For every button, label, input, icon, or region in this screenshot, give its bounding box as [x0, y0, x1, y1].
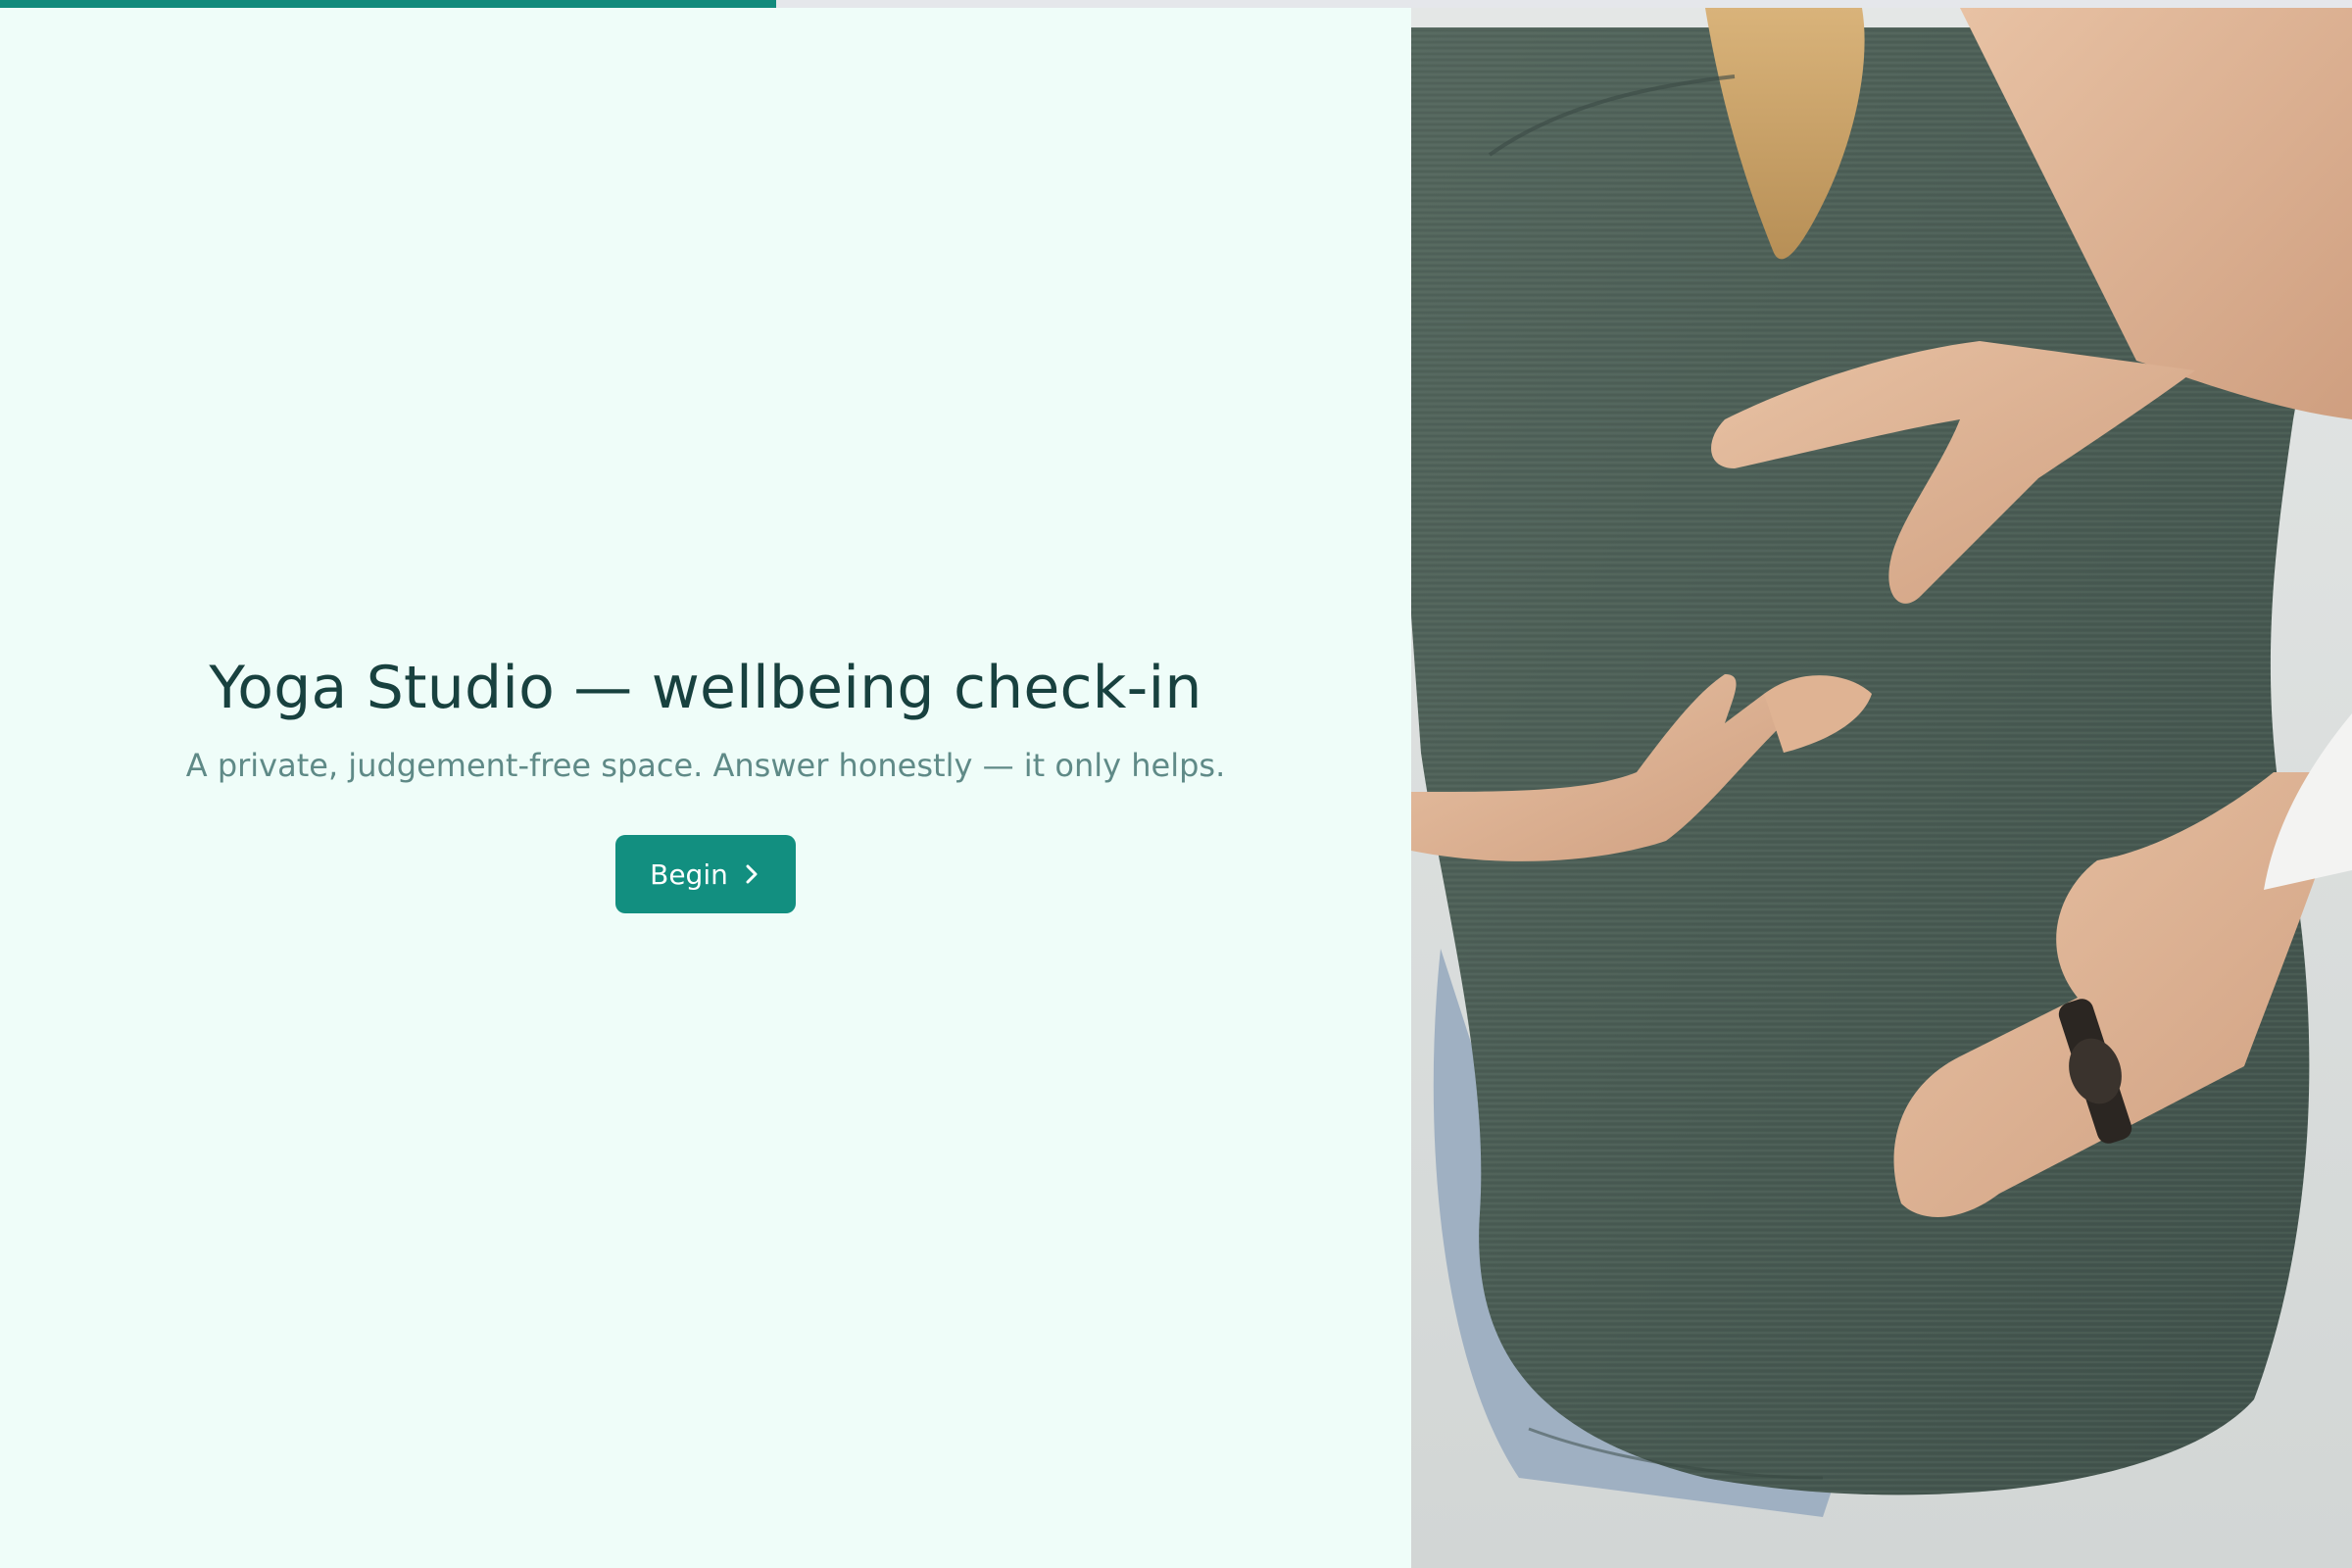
- intro-panel: Yoga Studio — wellbeing check-in A priva…: [0, 0, 1411, 1568]
- page-title: Yoga Studio — wellbeing check-in: [209, 654, 1202, 722]
- begin-button-label: Begin: [650, 858, 728, 891]
- hero-image: [1411, 8, 2352, 1568]
- page-subtitle: A private, judgement-free space. Answer …: [185, 747, 1226, 784]
- intro-content: Yoga Studio — wellbeing check-in A priva…: [0, 647, 1411, 913]
- progress-bar: [0, 0, 2352, 8]
- chevron-right-icon: [746, 864, 758, 884]
- back-massage-photo: [1411, 8, 2352, 1568]
- begin-button[interactable]: Begin: [615, 835, 796, 913]
- progress-bar-fill: [0, 0, 776, 8]
